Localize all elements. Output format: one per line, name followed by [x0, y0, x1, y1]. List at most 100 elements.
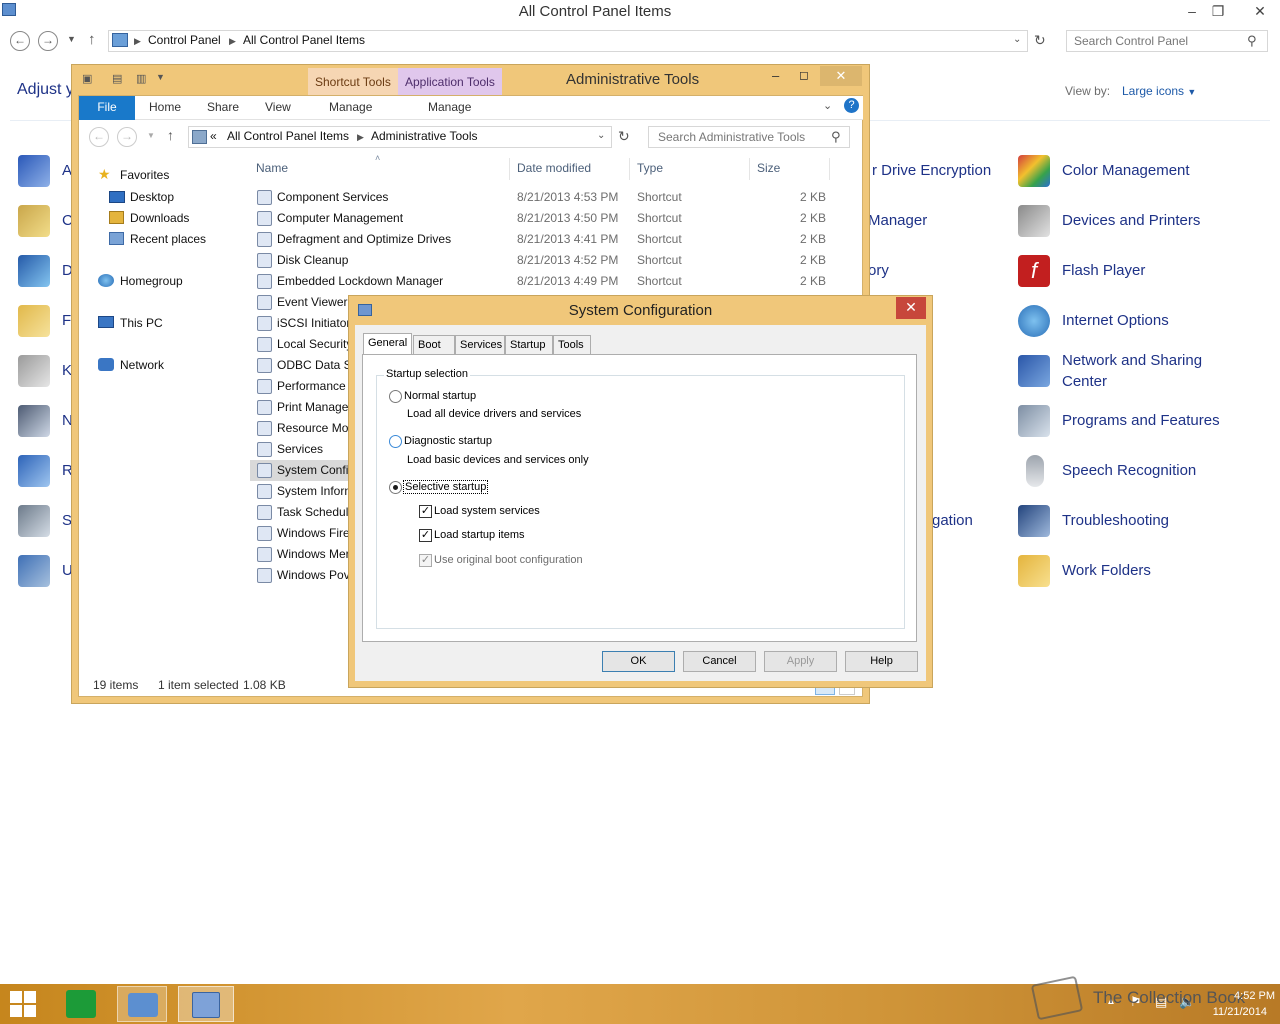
- home-tab[interactable]: Home: [149, 100, 181, 114]
- cp-item-troubleshooting[interactable]: Troubleshooting: [1062, 512, 1169, 529]
- chevron-down-icon[interactable]: ▼: [156, 72, 165, 82]
- maximize-button[interactable]: ◻: [799, 68, 809, 82]
- breadcrumb-admin-tools[interactable]: Administrative Tools: [371, 129, 478, 143]
- taskbar-control-panel[interactable]: [117, 986, 167, 1022]
- selective-startup-radio[interactable]: [389, 481, 402, 494]
- file-row[interactable]: Embedded Lockdown Manager 8/21/2013 4:49 …: [250, 271, 840, 292]
- close-button[interactable]: ✕: [896, 297, 926, 319]
- clock-date[interactable]: 11/21/2014: [1195, 1006, 1267, 1018]
- back-button[interactable]: ←: [10, 31, 30, 51]
- breadcrumb-all-items[interactable]: All Control Panel Items: [243, 33, 365, 47]
- cp-item-network-sharing-line2[interactable]: Center: [1062, 373, 1107, 390]
- color-management-icon[interactable]: [1018, 155, 1050, 187]
- forward-button[interactable]: →: [117, 127, 137, 147]
- taskbar-msconfig[interactable]: [178, 986, 234, 1022]
- close-button[interactable]: ✕: [1246, 0, 1274, 22]
- selective-startup-label[interactable]: Selective startup: [403, 480, 489, 494]
- tab-startup[interactable]: Startup: [505, 335, 553, 355]
- manage-application-tab[interactable]: Manage: [428, 100, 471, 114]
- share-tab[interactable]: Share: [207, 100, 239, 114]
- file-row[interactable]: Component Services 8/21/2013 4:53 PM Short…: [250, 187, 840, 208]
- load-startup-items-checkbox[interactable]: ✓: [419, 529, 432, 542]
- devices-printers-icon[interactable]: [1018, 205, 1050, 237]
- recent-locations-dropdown[interactable]: ▼: [147, 131, 155, 140]
- breadcrumb-overflow[interactable]: «: [210, 129, 217, 143]
- admin-tools-search-input[interactable]: Search Administrative Tools: [648, 126, 850, 148]
- control-panel-search-input[interactable]: Search Control Panel: [1066, 30, 1268, 52]
- load-system-services-checkbox[interactable]: ✓: [419, 505, 432, 518]
- column-name[interactable]: Name: [256, 161, 288, 175]
- cp-item-network-sharing[interactable]: Network and Sharing: [1062, 352, 1202, 369]
- application-tools-tab[interactable]: Application Tools: [398, 68, 502, 95]
- up-button[interactable]: ↑: [167, 127, 174, 143]
- breadcrumb-all-items[interactable]: All Control Panel Items: [227, 129, 349, 143]
- user-accounts-icon[interactable]: [18, 555, 50, 587]
- quick-access-toolbar[interactable]: ▣ ▤ ▥ ▼: [80, 72, 170, 88]
- cp-item-devices-printers[interactable]: Devices and Printers: [1062, 212, 1200, 229]
- cp-item-speech-recognition[interactable]: Speech Recognition: [1062, 462, 1196, 479]
- cp-item-left[interactable]: F: [62, 312, 71, 329]
- address-dropdown-icon[interactable]: ⌄: [1013, 34, 1021, 45]
- nav-favorites[interactable]: Favorites: [120, 168, 169, 182]
- tab-tools[interactable]: Tools: [553, 335, 591, 355]
- column-type[interactable]: Type: [637, 161, 663, 175]
- up-button[interactable]: ↑: [88, 31, 96, 48]
- view-tab[interactable]: View: [265, 100, 291, 114]
- tab-general[interactable]: General: [363, 333, 412, 355]
- minimize-button[interactable]: –: [772, 68, 779, 83]
- view-by-dropdown[interactable]: Large icons ▼: [1122, 84, 1196, 98]
- cp-item-file-history[interactable]: ory: [868, 262, 889, 279]
- file-row[interactable]: Computer Management 8/21/2013 4:50 PM Shor…: [250, 208, 840, 229]
- back-button[interactable]: ←: [89, 127, 109, 147]
- recent-locations-dropdown[interactable]: ▼: [67, 34, 76, 44]
- notification-area-icon[interactable]: [18, 405, 50, 437]
- file-row[interactable]: Disk Cleanup 8/21/2013 4:52 PM Shortcut 2 K…: [250, 250, 840, 271]
- credential-manager-icon[interactable]: [18, 205, 50, 237]
- properties-icon[interactable]: ▣: [82, 72, 92, 85]
- nav-network[interactable]: Network: [120, 358, 164, 372]
- forward-button[interactable]: →: [38, 31, 58, 51]
- breadcrumb-control-panel[interactable]: Control Panel: [148, 33, 221, 47]
- cp-item-bitlocker[interactable]: r Drive Encryption: [872, 162, 991, 179]
- load-system-services-label[interactable]: Load system services: [434, 505, 540, 517]
- help-icon[interactable]: ?: [844, 98, 859, 113]
- diagnostic-startup-label[interactable]: Diagnostic startup: [404, 435, 492, 447]
- nav-downloads[interactable]: Downloads: [130, 211, 189, 225]
- cp-item-device-manager[interactable]: Manager: [868, 212, 927, 229]
- maximize-button[interactable]: ❐: [1204, 0, 1232, 22]
- recovery-icon[interactable]: [18, 455, 50, 487]
- search-icon[interactable]: ⚲: [831, 129, 841, 145]
- microphone-icon[interactable]: [1026, 455, 1044, 487]
- cp-item-internet-options[interactable]: Internet Options: [1062, 312, 1169, 329]
- refresh-icon[interactable]: ↻: [618, 128, 630, 145]
- cp-item-navigation[interactable]: gation: [932, 512, 973, 529]
- new-folder-icon[interactable]: ▤: [112, 72, 122, 85]
- nav-recent-places[interactable]: Recent places: [130, 232, 206, 246]
- nav-desktop[interactable]: Desktop: [130, 190, 174, 204]
- cp-item-work-folders[interactable]: Work Folders: [1062, 562, 1151, 579]
- manage-shortcut-tab[interactable]: Manage: [329, 100, 372, 114]
- folder-icon[interactable]: [1018, 555, 1050, 587]
- close-button[interactable]: ✕: [820, 66, 862, 86]
- file-tab[interactable]: File: [79, 96, 135, 120]
- nav-homegroup[interactable]: Homegroup: [120, 274, 183, 288]
- start-button[interactable]: [10, 991, 38, 1017]
- tab-services[interactable]: Services: [455, 335, 505, 355]
- display-icon[interactable]: [18, 255, 50, 287]
- tab-boot[interactable]: Boot: [413, 335, 455, 355]
- file-row[interactable]: Defragment and Optimize Drives 8/21/2013 …: [250, 229, 840, 250]
- cancel-button[interactable]: Cancel: [683, 651, 756, 672]
- keyboard-icon[interactable]: [18, 355, 50, 387]
- search-icon[interactable]: ⚲: [1247, 33, 1257, 49]
- nav-this-pc[interactable]: This PC: [120, 316, 163, 330]
- refresh-icon[interactable]: ↻: [1034, 32, 1046, 49]
- taskbar-store[interactable]: [58, 986, 108, 1022]
- folder-icon[interactable]: ▥: [136, 72, 146, 85]
- minimize-button[interactable]: –: [1178, 0, 1206, 22]
- address-dropdown-icon[interactable]: ⌄: [597, 130, 605, 141]
- programs-features-icon[interactable]: [1018, 405, 1050, 437]
- column-date-modified[interactable]: Date modified: [517, 161, 591, 175]
- troubleshooting-icon[interactable]: [1018, 505, 1050, 537]
- diagnostic-startup-radio[interactable]: [389, 435, 402, 448]
- apply-button[interactable]: Apply: [764, 651, 837, 672]
